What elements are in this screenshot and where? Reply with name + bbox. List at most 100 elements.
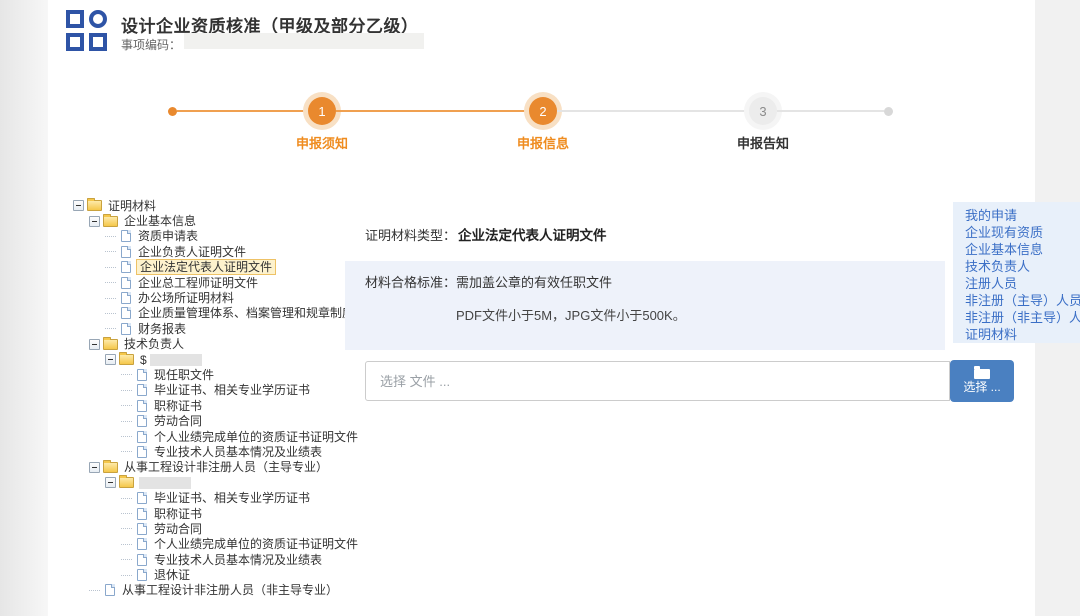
step-2-label: 申报信息 <box>483 133 603 152</box>
file-icon <box>137 492 147 504</box>
tree-node[interactable]: 现任职文件 <box>73 367 363 382</box>
tree-node[interactable]: 证明材料 <box>73 198 363 213</box>
file-icon <box>121 292 131 304</box>
file-icon <box>121 323 131 335</box>
tree-connector <box>121 390 132 391</box>
tree-node-label[interactable]: 企业法定代表人证明文件 <box>136 259 276 275</box>
item-code-redacted-value <box>184 33 424 49</box>
nav-link[interactable]: 企业现有资质 <box>965 224 1080 241</box>
choose-file-button[interactable]: 选择 ... <box>950 360 1014 402</box>
nav-link[interactable]: 企业基本信息 <box>965 241 1080 258</box>
stepper-start-dot <box>168 107 177 116</box>
file-icon <box>137 508 147 520</box>
folder-icon <box>103 462 118 473</box>
step-2-circle[interactable]: 2 <box>529 97 557 125</box>
tree-connector <box>121 421 132 422</box>
tree-node[interactable]: 从事工程设计非注册人员（主导专业） <box>73 460 363 475</box>
tree-node-label[interactable]: 退休证 <box>152 568 192 582</box>
file-icon <box>121 277 131 289</box>
standards-note: PDF文件小于5M，JPG文件小于500K。 <box>456 305 686 324</box>
tree-node[interactable]: 职称证书 <box>73 506 363 521</box>
stepper-segment <box>177 110 308 112</box>
tree-node-label[interactable]: 毕业证书、相关专业学历证书 <box>152 383 312 397</box>
tree-node[interactable]: 劳动合同 <box>73 413 363 428</box>
tree-node[interactable]: 职称证书 <box>73 398 363 413</box>
tree-node[interactable]: 企业总工程师证明文件 <box>73 275 363 290</box>
tree-node-label[interactable]: 职称证书 <box>152 399 204 413</box>
nav-link[interactable]: 非注册（主导）人员 <box>965 292 1080 309</box>
nav-link[interactable]: 注册人员 <box>965 275 1080 292</box>
nav-link[interactable]: 我的申请 <box>965 207 1080 224</box>
stepper-segment <box>336 110 529 112</box>
tree-node-label[interactable]: 个人业绩完成单位的资质证书证明文件 <box>152 430 360 444</box>
tree-node[interactable]: 专业技术人员基本情况及业绩表 <box>73 444 363 459</box>
tree-node[interactable]: 企业法定代表人证明文件 <box>73 260 363 275</box>
tree-node[interactable]: 毕业证书、相关专业学历证书 <box>73 490 363 505</box>
tree-node-label[interactable]: 毕业证书、相关专业学历证书 <box>152 491 312 505</box>
folder-icon <box>119 477 134 488</box>
file-icon <box>137 569 147 581</box>
file-icon <box>121 307 131 319</box>
tree-collapse-icon[interactable] <box>89 339 100 350</box>
tree-node[interactable]: 毕业证书、相关专业学历证书 <box>73 383 363 398</box>
tree-connector <box>105 282 116 283</box>
tree-node[interactable]: 专业技术人员基本情况及业绩表 <box>73 552 363 567</box>
tree-node-label[interactable]: 技术负责人 <box>122 337 186 351</box>
tree-node[interactable]: 资质申请表 <box>73 229 363 244</box>
tree-node[interactable]: 从事工程设计非注册人员（非主导专业） <box>73 583 363 598</box>
tree-node[interactable]: 企业负责人证明文件 <box>73 244 363 259</box>
tree-collapse-icon[interactable] <box>89 216 100 227</box>
tree-node[interactable]: 退休证 <box>73 567 363 582</box>
tree-node[interactable]: 企业基本信息 <box>73 213 363 228</box>
tree-node-label[interactable]: 办公场所证明材料 <box>136 291 236 305</box>
tree-collapse-icon[interactable] <box>73 200 84 211</box>
file-icon <box>137 554 147 566</box>
tree-node[interactable] <box>73 475 363 490</box>
tree-node[interactable]: 个人业绩完成单位的资质证书证明文件 <box>73 537 363 552</box>
tree-node-label[interactable]: 个人业绩完成单位的资质证书证明文件 <box>152 537 360 551</box>
tree-node-label[interactable]: 企业总工程师证明文件 <box>136 276 260 290</box>
tree-node[interactable]: 劳动合同 <box>73 521 363 536</box>
tree-node-label[interactable]: 专业技术人员基本情况及业绩表 <box>152 445 324 459</box>
tree-node-label[interactable]: 证明材料 <box>106 199 158 213</box>
tree-node-label[interactable]: 劳动合同 <box>152 414 204 428</box>
tree-connector <box>121 451 132 452</box>
file-input[interactable] <box>365 361 950 401</box>
tree-node[interactable]: 技术负责人 <box>73 337 363 352</box>
file-icon <box>121 261 131 273</box>
tree-node-label[interactable]: 企业质量管理体系、档案管理和规章制度 <box>136 306 356 320</box>
nav-link[interactable]: 非注册（非主导）人员 <box>965 309 1080 326</box>
tree-collapse-icon[interactable] <box>105 477 116 488</box>
tree-connector <box>121 436 132 437</box>
tree-node-label[interactable]: 职称证书 <box>152 507 204 521</box>
tree-node[interactable]: $ <box>73 352 363 367</box>
tree-node[interactable]: 个人业绩完成单位的资质证书证明文件 <box>73 429 363 444</box>
file-icon <box>121 230 131 242</box>
tree-node-label[interactable]: 财务报表 <box>136 322 188 336</box>
page: 设计企业资质核准（甲级及部分乙级） 事项编码： 1 2 3 申报须知 申报信息 … <box>0 0 1080 616</box>
tree-node-label[interactable]: 专业技术人员基本情况及业绩表 <box>152 553 324 567</box>
logo-square <box>66 10 84 28</box>
step-3-circle[interactable]: 3 <box>749 97 777 125</box>
tree-collapse-icon[interactable] <box>105 354 116 365</box>
nav-link[interactable]: 证明材料 <box>965 326 1080 343</box>
nav-link[interactable]: 技术负责人 <box>965 258 1080 275</box>
material-type-row: 证明材料类型：企业法定代表人证明文件 <box>365 224 607 244</box>
tree-node[interactable]: 办公场所证明材料 <box>73 290 363 305</box>
tree-node-label[interactable]: 资质申请表 <box>136 229 200 243</box>
tree-node[interactable]: 财务报表 <box>73 321 363 336</box>
tree-node-label[interactable]: 现任职文件 <box>152 368 216 382</box>
tree-node-label[interactable]: 劳动合同 <box>152 522 204 536</box>
file-icon <box>137 538 147 550</box>
tree-node-label[interactable]: 从事工程设计非注册人员（非主导专业） <box>120 583 340 597</box>
tree-connector <box>105 267 116 268</box>
tree-node-label[interactable]: $ <box>138 353 149 367</box>
tree-node-label[interactable]: 企业负责人证明文件 <box>136 245 248 259</box>
tree-connector <box>121 513 132 514</box>
tree-node-label[interactable]: 从事工程设计非注册人员（主导专业） <box>122 460 330 474</box>
tree-connector <box>105 313 116 314</box>
tree-collapse-icon[interactable] <box>89 462 100 473</box>
tree-node[interactable]: 企业质量管理体系、档案管理和规章制度 <box>73 306 363 321</box>
step-1-circle[interactable]: 1 <box>308 97 336 125</box>
tree-node-label[interactable]: 企业基本信息 <box>122 214 198 228</box>
